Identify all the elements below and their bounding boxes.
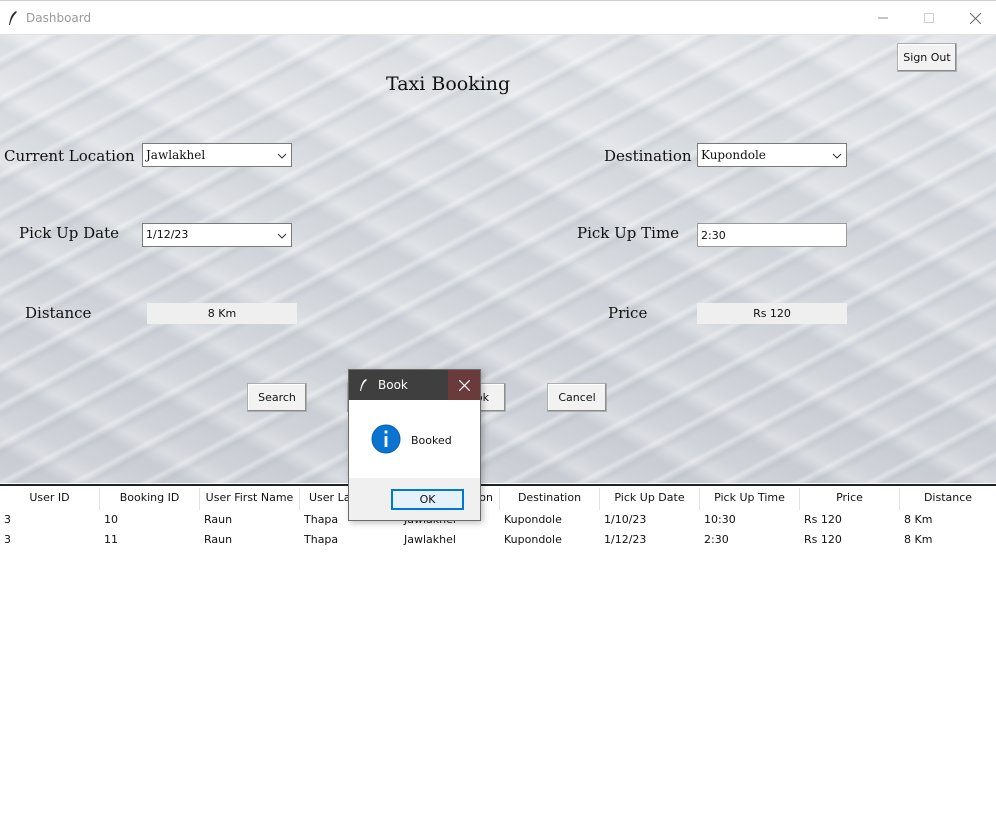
column-header[interactable]: Pick Up Date <box>600 488 700 510</box>
table-cell: Raun <box>204 533 233 546</box>
table-row[interactable]: 3 11 Raun Thapa Jawlakhel Kupondole 1/12… <box>0 530 996 550</box>
booking-panel: Sign Out Taxi Booking Current Location J… <box>0 35 996 483</box>
minimize-button[interactable] <box>860 1 906 35</box>
column-header[interactable]: Price <box>800 488 900 510</box>
column-header[interactable]: User ID <box>0 488 100 510</box>
column-header[interactable]: Pick Up Time <box>700 488 800 510</box>
table-cell: Rs 120 <box>804 533 842 546</box>
close-icon <box>458 379 470 391</box>
table-row[interactable]: 3 10 Raun Thapa Jawlakhel Kupondole 1/10… <box>0 510 996 530</box>
table-cell: Kupondole <box>504 513 562 526</box>
current-location-value: Jawlakhel <box>146 148 206 162</box>
search-button[interactable]: Search <box>247 383 307 412</box>
table-header: User ID Booking ID User First Name User … <box>0 484 996 510</box>
table-cell: Raun <box>204 513 233 526</box>
current-location-label: Current Location <box>4 147 135 165</box>
column-header[interactable]: Destination <box>500 488 600 510</box>
table-cell: 1/12/23 <box>604 533 647 546</box>
close-icon <box>969 12 981 24</box>
maximize-button[interactable] <box>906 1 952 35</box>
column-header[interactable]: Booking ID <box>100 488 200 510</box>
dialog-footer: OK <box>349 478 480 520</box>
table-cell: 2:30 <box>704 533 729 546</box>
sign-out-button[interactable]: Sign Out <box>897 43 957 72</box>
cancel-button[interactable]: Cancel <box>547 383 607 412</box>
table-cell: 1/10/23 <box>604 513 647 526</box>
price-label: Price <box>608 304 648 322</box>
table-cell: Kupondole <box>504 533 562 546</box>
table-cell: 10:30 <box>704 513 736 526</box>
maximize-icon <box>924 13 934 23</box>
chevron-down-icon[interactable] <box>832 151 842 161</box>
chevron-down-icon[interactable] <box>277 151 287 161</box>
pickup-time-label: Pick Up Time <box>577 224 680 242</box>
pickup-date-value: 1/12/23 <box>146 228 189 241</box>
table-cell: 3 <box>4 533 11 546</box>
distance-label: Distance <box>25 304 92 322</box>
pickup-date-label: Pick Up Date <box>19 224 120 242</box>
table-cell: 11 <box>104 533 118 546</box>
minimize-icon <box>878 17 888 19</box>
window-title: Dashboard <box>26 11 92 25</box>
destination-select[interactable]: Kupondole <box>697 143 847 167</box>
dialog-message: Booked <box>411 434 452 447</box>
table-cell: Rs 120 <box>804 513 842 526</box>
table-cell: Thapa <box>304 533 339 546</box>
destination-value: Kupondole <box>701 148 766 162</box>
distance-value: 8 Km <box>147 303 297 324</box>
dialog-close-button[interactable] <box>448 370 480 400</box>
chevron-down-icon[interactable] <box>277 231 287 241</box>
table-cell: Jawlakhel <box>404 533 456 546</box>
column-header[interactable]: Distance <box>900 488 996 510</box>
column-header[interactable]: User First Name <box>200 488 300 510</box>
table-cell: Thapa <box>304 513 339 526</box>
dialog-title: Book <box>378 378 408 392</box>
pickup-date-select[interactable]: 1/12/23 <box>142 223 292 247</box>
table-cell: 3 <box>4 513 11 526</box>
dialog-titlebar[interactable]: Book <box>349 370 480 400</box>
table-cell: 8 Km <box>904 533 933 546</box>
current-location-select[interactable]: Jawlakhel <box>142 143 292 167</box>
pickup-time-input[interactable]: 2:30 <box>697 223 847 247</box>
info-icon <box>371 424 401 454</box>
dialog-body: Booked <box>349 400 480 478</box>
close-button[interactable] <box>952 1 996 35</box>
feather-icon <box>9 11 17 25</box>
destination-label: Destination <box>604 147 692 165</box>
page-title: Taxi Booking <box>386 73 511 95</box>
feather-icon <box>360 379 367 391</box>
price-value: Rs 120 <box>697 303 847 324</box>
table-cell: 10 <box>104 513 118 526</box>
booked-dialog: Book Booked OK <box>348 369 481 521</box>
table-cell: 8 Km <box>904 513 933 526</box>
window-titlebar: Dashboard <box>0 0 996 35</box>
ok-button[interactable]: OK <box>391 489 464 510</box>
